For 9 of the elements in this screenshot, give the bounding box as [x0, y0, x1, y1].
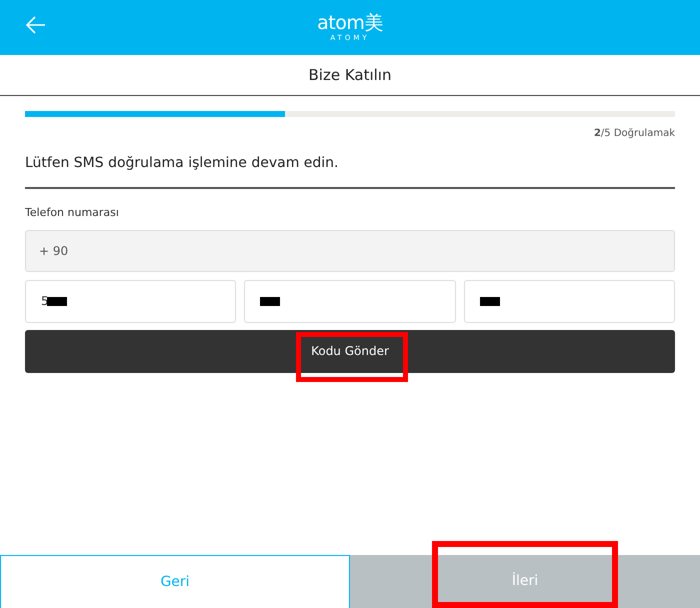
- country-code-field[interactable]: + 90: [25, 230, 675, 272]
- step-indicator: 2/5 Doğrulamak: [594, 127, 675, 141]
- section-heading: Lütfen SMS doğrulama işlemine devam edin.: [25, 153, 675, 189]
- phone-input-field[interactable]: [464, 280, 675, 322]
- page-title: Bize Katılın: [308, 64, 392, 86]
- phone-input-field[interactable]: [244, 280, 456, 322]
- phone-label: Telefon numarası: [25, 205, 120, 221]
- send-code-button[interactable]: Kodu Gönder: [25, 330, 675, 372]
- logo: atom美: [317, 14, 383, 32]
